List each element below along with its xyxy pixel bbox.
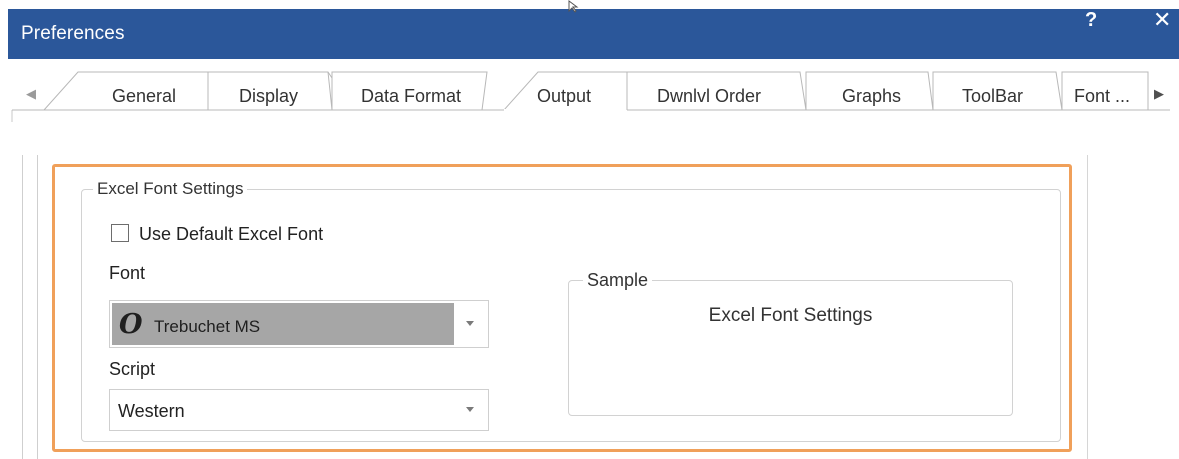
- font-select[interactable]: O Trebuchet MS: [109, 300, 489, 348]
- opentype-font-icon: O: [119, 309, 143, 340]
- script-label: Script: [109, 359, 156, 379]
- font-label: Font: [109, 263, 146, 283]
- tab-font[interactable]: Font ...: [1074, 86, 1130, 107]
- chevron-down-icon[interactable]: [466, 321, 474, 326]
- group-title: Excel Font Settings: [93, 179, 248, 199]
- tab-general[interactable]: General: [112, 86, 176, 107]
- sample-group: [568, 280, 1013, 416]
- panel-border-right: [1087, 155, 1088, 459]
- checkbox-box[interactable]: [111, 224, 129, 242]
- chevron-down-icon[interactable]: [466, 407, 474, 412]
- tab-display[interactable]: Display: [239, 86, 298, 107]
- tab-dwnlvl-order[interactable]: Dwnlvl Order: [657, 86, 761, 107]
- checkbox-label[interactable]: Use Default Excel Font: [139, 224, 323, 245]
- tab-scroll-right-icon[interactable]: ▶: [1154, 86, 1164, 102]
- font-select-value[interactable]: O Trebuchet MS: [112, 303, 454, 345]
- tab-data-format[interactable]: Data Format: [361, 86, 461, 107]
- script-select[interactable]: Western: [109, 389, 489, 431]
- sample-title: Sample: [583, 270, 653, 291]
- panel-border-inner-left: [37, 155, 38, 459]
- tab-graphs[interactable]: Graphs: [842, 86, 901, 107]
- tab-output[interactable]: Output: [537, 86, 591, 107]
- font-name-value: Trebuchet MS: [154, 317, 261, 336]
- script-value: Western: [118, 401, 185, 421]
- sample-preview-text: Excel Font Settings: [708, 305, 873, 326]
- tab-toolbar[interactable]: ToolBar: [962, 86, 1023, 107]
- tab-scroll-left-icon[interactable]: ◀: [26, 86, 36, 102]
- panel-border-left: [22, 155, 23, 459]
